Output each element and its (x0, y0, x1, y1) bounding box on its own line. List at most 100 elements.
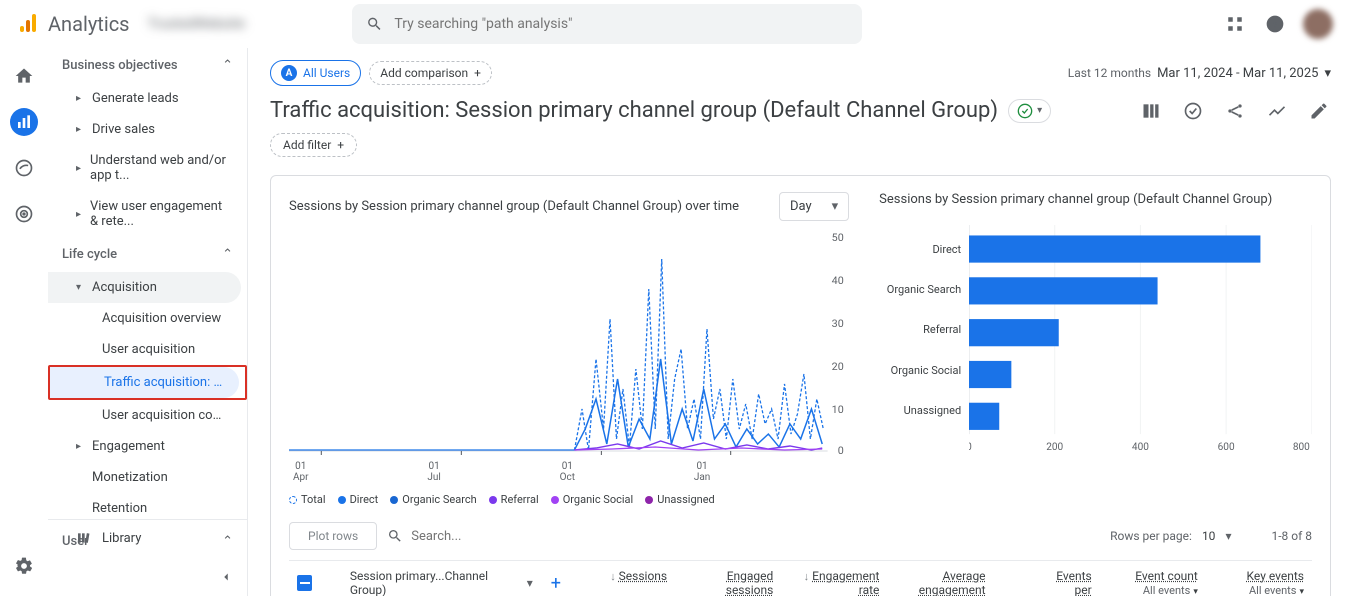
sidebar-item-monetization[interactable]: Monetization (48, 462, 247, 493)
sidebar-item-traffic-acq[interactable]: Traffic acquisition: Session... (50, 367, 239, 398)
collapse-sidebar-icon[interactable] (219, 570, 233, 588)
sidebar-section-business[interactable]: Business objectives ⌃ (48, 48, 247, 83)
caret-icon: ▸ (76, 209, 84, 220)
line-chart-title: Sessions by Session primary channel grou… (289, 199, 739, 214)
search-bar[interactable] (352, 4, 862, 44)
svg-text:800: 800 (1293, 440, 1310, 453)
svg-text:0: 0 (838, 444, 844, 457)
table-controls: Plot rows Rows per page: 10 ▾ 1-8 of 8 (289, 522, 1312, 550)
svg-text:40: 40 (832, 274, 844, 287)
th-key-events[interactable]: Key eventsAll events ▾ (1206, 569, 1312, 596)
sidebar-item-acq-overview[interactable]: Acquisition overview (48, 303, 241, 334)
legend-direct[interactable]: Direct (338, 493, 379, 506)
sidebar-item-user-cohorts[interactable]: User acquisition cohorts (48, 400, 241, 431)
th-events-per[interactable]: Eventsper (994, 569, 1100, 596)
bar-chart: Direct Organic Search Referral Organic S… (879, 225, 1312, 455)
chevron-down-icon[interactable]: ▾ (527, 576, 533, 590)
search-input[interactable] (394, 16, 847, 32)
plot-rows-button[interactable]: Plot rows (289, 522, 377, 550)
rail-advertising-icon[interactable] (10, 200, 38, 228)
insights-icon[interactable] (1181, 99, 1205, 123)
date-range-picker[interactable]: Last 12 months Mar 11, 2024 - Mar 11, 20… (1068, 66, 1331, 81)
th-sessions[interactable]: ↓ Sessions (569, 569, 675, 596)
sort-down-icon: ↓ (610, 570, 616, 583)
customize-icon[interactable] (1139, 99, 1163, 123)
chevron-down-icon[interactable]: ▾ (1225, 529, 1231, 543)
trend-icon[interactable] (1265, 99, 1289, 123)
caret-icon: ▸ (76, 93, 86, 104)
sidebar-item-leads[interactable]: ▸Generate leads (48, 83, 247, 114)
highlight-box: Traffic acquisition: Session... (48, 365, 247, 400)
sidebar-item-sales[interactable]: ▸Drive sales (48, 114, 247, 145)
svg-text:50: 50 (832, 231, 844, 244)
title-row: Traffic acquisition: Session primary cha… (270, 98, 1331, 123)
line-chart: 50 40 30 20 10 0 (289, 229, 849, 459)
library-icon (76, 530, 92, 546)
comparison-toolbar: A All Users Add comparison + Last 12 mon… (270, 60, 1331, 86)
legend-referral[interactable]: Referral (489, 493, 539, 506)
page-range: 1-8 of 8 (1271, 529, 1312, 543)
chevron-down-icon: ▾ (1037, 105, 1042, 116)
rail-home-icon[interactable] (10, 62, 38, 90)
chevron-down-icon[interactable]: ▾ (1193, 587, 1198, 596)
add-dimension-icon[interactable]: + (551, 573, 561, 594)
plus-icon: + (337, 138, 344, 152)
th-event-count[interactable]: Event countAll events ▾ (1100, 569, 1206, 596)
avatar[interactable] (1303, 9, 1333, 39)
rows-per-page[interactable]: 10 (1202, 529, 1216, 543)
charts-card: Sessions by Session primary channel grou… (270, 175, 1331, 596)
rail-admin-icon[interactable] (10, 552, 38, 580)
caret-icon: ▸ (76, 441, 86, 452)
help-icon[interactable]: ? (1263, 12, 1287, 36)
status-badge[interactable]: ▾ (1008, 99, 1051, 123)
svg-text:30: 30 (832, 317, 844, 330)
sidebar-item-understand[interactable]: ▸Understand web and/or app t... (48, 145, 247, 191)
sidebar-section-label: Business objectives (62, 58, 178, 73)
svg-text:200: 200 (1046, 440, 1063, 453)
rail-reports-icon[interactable] (10, 108, 38, 136)
property-name[interactable]: TrustedWebsite (148, 16, 328, 32)
title-actions (1139, 99, 1331, 123)
line-chart-xlabels: 01Apr 01Jul 01Oct 01Jan (289, 459, 849, 483)
legend-total[interactable]: Total (289, 493, 326, 506)
chip-all-users[interactable]: A All Users (270, 60, 361, 86)
table-search[interactable] (387, 528, 647, 544)
th-engaged[interactable]: Engagedsessions (675, 569, 781, 596)
sidebar-item-acquisition[interactable]: ▾Acquisition (48, 272, 241, 303)
apps-icon[interactable] (1223, 12, 1247, 36)
line-chart-legend: Total Direct Organic Search Referral Org… (289, 493, 849, 506)
bar-chart-ylabels: Direct Organic Search Referral Organic S… (879, 225, 969, 455)
add-filter-button[interactable]: Add filter + (270, 133, 357, 157)
sidebar-item-engagement[interactable]: ▸Engagement (48, 431, 247, 462)
sidebar-item-user-acq[interactable]: User acquisition (48, 334, 241, 365)
edit-icon[interactable] (1307, 99, 1331, 123)
checkbox-icon[interactable] (297, 575, 312, 591)
chevron-down-icon: ▾ (832, 199, 839, 214)
main-content: A All Users Add comparison + Last 12 mon… (248, 48, 1353, 596)
th-avg-engagement[interactable]: Averageengagement (887, 569, 993, 596)
bar-chart-panel: Sessions by Session primary channel grou… (879, 192, 1312, 506)
th-engagement-rate[interactable]: ↓ Engagementrate (781, 569, 887, 596)
legend-organic-social[interactable]: Organic Social (551, 493, 634, 506)
chip-add-comparison[interactable]: Add comparison + (369, 61, 492, 85)
page-title: Traffic acquisition: Session primary cha… (270, 98, 998, 123)
rail-explore-icon[interactable] (10, 154, 38, 182)
sidebar-item-engagement-obj[interactable]: ▸View user engagement & rete... (48, 191, 247, 237)
table-search-input[interactable] (411, 529, 591, 544)
sidebar-library[interactable]: Library (48, 519, 247, 556)
table-header: Session primary...Channel Group) ▾ + ↓ S… (289, 560, 1312, 596)
th-dimension[interactable]: Session primary...Channel Group) ▾ + (289, 569, 569, 596)
legend-unassigned[interactable]: Unassigned (645, 493, 715, 506)
sidebar-section-lifecycle[interactable]: Life cycle ⌃ (48, 237, 247, 272)
interval-select[interactable]: Day ▾ (779, 192, 849, 221)
ga-logo-icon (16, 12, 40, 36)
chevron-down-icon[interactable]: ▾ (1299, 587, 1304, 596)
svg-text:?: ? (1273, 21, 1277, 31)
legend-organic-search[interactable]: Organic Search (390, 493, 476, 506)
logo-area: Analytics (8, 12, 130, 36)
svg-text:400: 400 (1132, 440, 1149, 453)
chevron-up-icon: ⌃ (222, 58, 233, 73)
sidebar-section-label: Life cycle (62, 247, 117, 262)
svg-text:20: 20 (832, 360, 844, 373)
share-icon[interactable] (1223, 99, 1247, 123)
